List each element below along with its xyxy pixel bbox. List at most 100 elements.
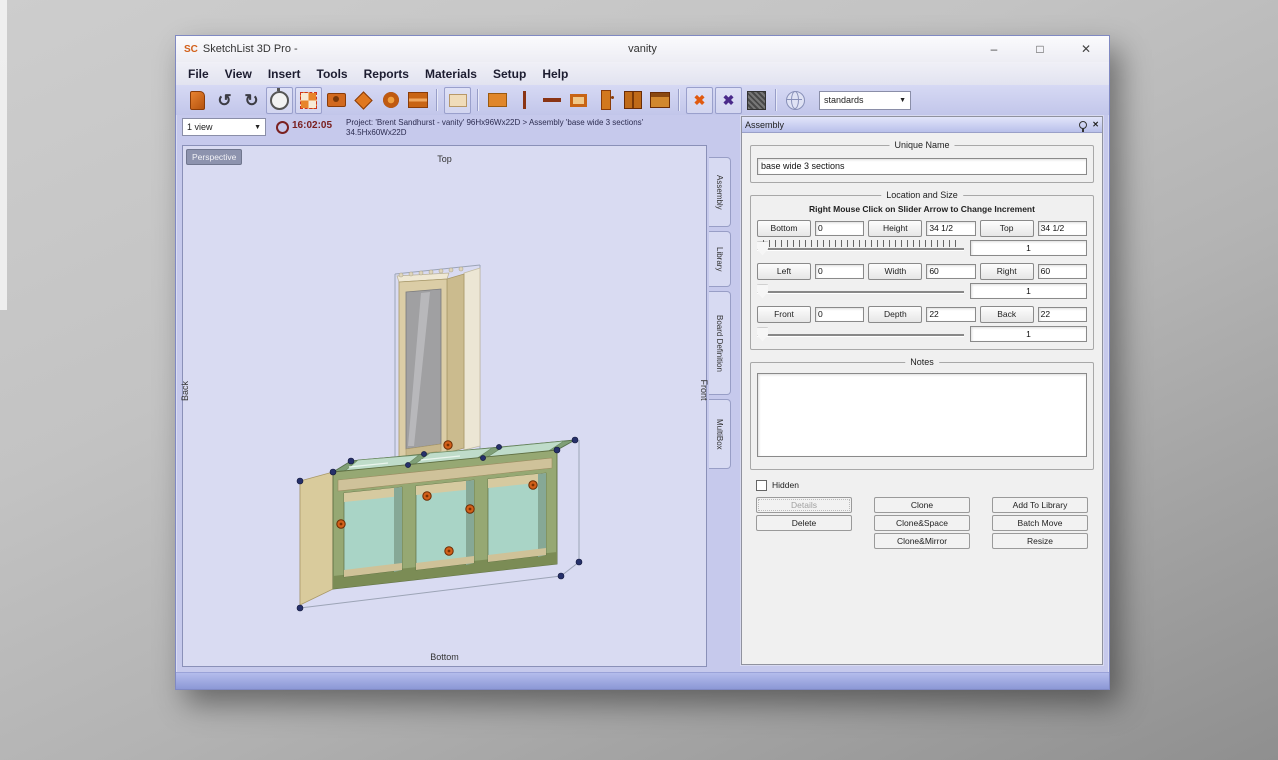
menu-help[interactable]: Help (534, 64, 576, 84)
horizontal-dimension-row: Left Width Right (757, 263, 1087, 280)
menu-tools[interactable]: Tools (309, 64, 356, 84)
render-camera-icon[interactable] (324, 88, 349, 113)
hidden-checkbox[interactable] (756, 480, 767, 491)
depth-slider[interactable] (757, 325, 964, 342)
cabinet-icon[interactable] (647, 88, 672, 113)
vertical-board-icon[interactable] (512, 88, 537, 113)
pin-icon[interactable] (1079, 121, 1087, 129)
app-logo: SC (184, 44, 198, 55)
title-bar: SC SketchList 3D Pro - vanity – □ ✕ (176, 36, 1109, 63)
cabinet-left-side (300, 472, 333, 605)
add-to-library-button[interactable]: Add To Library (992, 497, 1088, 513)
depth-button[interactable]: Depth (868, 306, 922, 323)
width-input[interactable] (926, 264, 975, 279)
slider-track[interactable] (757, 334, 964, 337)
clone-mirror-button[interactable]: Clone&Mirror (874, 533, 970, 549)
delete-button[interactable]: Delete (756, 515, 852, 531)
assembly-panel-header[interactable]: Assembly ✕ (742, 117, 1102, 133)
view-count-dropdown[interactable]: 1 view ▼ (182, 118, 266, 136)
new-board-icon[interactable] (185, 88, 210, 113)
rotate-donut-icon[interactable] (378, 88, 403, 113)
menu-insert[interactable]: Insert (260, 64, 309, 84)
vertical-slider[interactable] (757, 239, 964, 256)
viewport-3d[interactable]: Perspective Top Bottom Back Front (182, 145, 707, 667)
menu-materials[interactable]: Materials (417, 64, 485, 84)
horizontal-slider[interactable] (757, 282, 964, 299)
undo-icon[interactable]: ↺ (212, 88, 237, 113)
timer-shape (270, 91, 289, 110)
vertical-board-shape (523, 91, 526, 109)
unique-name-input[interactable] (757, 158, 1087, 175)
menu-file[interactable]: File (180, 64, 217, 84)
layout-grid-icon[interactable] (295, 87, 322, 114)
toolbar-separator (678, 89, 680, 111)
back-button[interactable]: Back (980, 306, 1034, 323)
slider-handle[interactable] (757, 242, 768, 256)
batch-move-button[interactable]: Batch Move (992, 515, 1088, 531)
tab-assembly[interactable]: Assembly (709, 157, 731, 227)
timer-icon[interactable] (266, 87, 293, 114)
material-pattern-icon[interactable] (744, 88, 769, 113)
menu-setup[interactable]: Setup (485, 64, 534, 84)
horizontal-board-icon[interactable] (539, 88, 564, 113)
top-input[interactable] (1038, 221, 1087, 236)
left-input[interactable] (815, 264, 864, 279)
left-button[interactable]: Left (757, 263, 811, 280)
depth-slider-row (757, 325, 1087, 342)
panel-header-icons: ✕ (1079, 120, 1099, 129)
front-input[interactable] (815, 307, 864, 322)
maximize-button[interactable]: □ (1017, 36, 1063, 62)
width-button[interactable]: Width (868, 263, 922, 280)
bottom-button[interactable]: Bottom (757, 220, 811, 237)
delete-object-icon[interactable]: ✖ (686, 87, 713, 114)
action-buttons: Details Delete Clone Clone&Space Clone&M… (756, 497, 1088, 549)
globe-shape (786, 91, 805, 110)
double-door-shape (624, 91, 642, 109)
mirror-tower[interactable] (397, 267, 480, 458)
right-input[interactable] (1038, 264, 1087, 279)
back-input[interactable] (1038, 307, 1087, 322)
double-door-icon[interactable] (620, 88, 645, 113)
board-icon[interactable] (485, 88, 510, 113)
close-button[interactable]: ✕ (1063, 36, 1109, 62)
shelf-shape (408, 92, 428, 108)
move-object-icon[interactable] (351, 88, 376, 113)
depth-increment-input[interactable] (970, 326, 1087, 342)
clone-space-button[interactable]: Clone&Space (874, 515, 970, 531)
door-icon[interactable] (566, 88, 591, 113)
tab-multibox[interactable]: MultiBox (709, 399, 731, 469)
vertical-increment-input[interactable] (970, 240, 1087, 256)
standards-dropdown[interactable]: standards ▼ (819, 91, 911, 110)
clock-icon (276, 121, 289, 134)
top-button[interactable]: Top (980, 220, 1034, 237)
right-button[interactable]: Right (980, 263, 1034, 280)
slider-handle[interactable] (757, 285, 768, 299)
vanity-3d-model[interactable] (183, 146, 706, 666)
bottom-input[interactable] (815, 221, 864, 236)
drawer-pull-icon[interactable] (593, 88, 618, 113)
menu-reports[interactable]: Reports (356, 64, 417, 84)
horizontal-increment-input[interactable] (970, 283, 1087, 299)
delete-assembly-icon[interactable]: ✖ (715, 87, 742, 114)
panel-close-icon[interactable]: ✕ (1092, 120, 1099, 129)
resize-button[interactable]: Resize (992, 533, 1088, 549)
tab-library[interactable]: Library (709, 231, 731, 287)
small-panel-icon[interactable] (444, 87, 471, 114)
slider-track[interactable] (757, 291, 964, 294)
tab-board-definition[interactable]: Board Definition (709, 291, 731, 395)
slider-handle[interactable] (757, 328, 768, 342)
depth-input[interactable] (926, 307, 975, 322)
height-button[interactable]: Height (868, 220, 922, 237)
shelf-icon[interactable] (405, 88, 430, 113)
slider-track[interactable] (757, 248, 964, 251)
details-button[interactable]: Details (756, 497, 852, 513)
clone-button[interactable]: Clone (874, 497, 970, 513)
height-input[interactable] (926, 221, 975, 236)
redo-icon[interactable]: ↻ (239, 88, 264, 113)
notes-textarea[interactable] (757, 373, 1087, 457)
menu-view[interactable]: View (217, 64, 260, 84)
front-button[interactable]: Front (757, 306, 811, 323)
globe-icon[interactable] (783, 88, 808, 113)
minimize-button[interactable]: – (971, 36, 1017, 62)
view-count-value: 1 view (187, 122, 213, 132)
